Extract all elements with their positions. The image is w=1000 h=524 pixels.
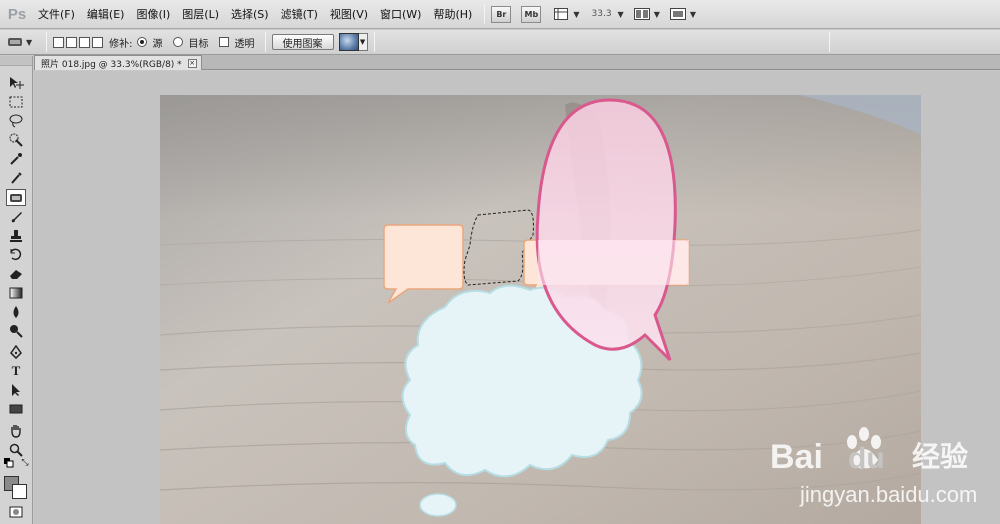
tools-panel: T ⤡ bbox=[0, 56, 33, 524]
options-separator bbox=[264, 32, 266, 52]
panel-grip[interactable] bbox=[0, 56, 32, 66]
menu-window[interactable]: 窗口(W) bbox=[374, 0, 427, 29]
options-bar: ▼ 修补: 源 目标 透明 使用图案 ▼ bbox=[0, 30, 1000, 55]
tool-preset-picker[interactable]: ▼ bbox=[6, 35, 40, 49]
stamp-icon[interactable] bbox=[6, 227, 26, 244]
chevron-down-icon[interactable]: ▼ bbox=[618, 10, 624, 19]
menu-file[interactable]: 文件(F) bbox=[32, 0, 81, 29]
eyedropper-icon[interactable] bbox=[6, 169, 26, 186]
options-separator bbox=[829, 32, 830, 52]
pink-overlap-band bbox=[538, 240, 689, 285]
source-radio[interactable] bbox=[136, 37, 147, 47]
brush-icon[interactable] bbox=[6, 208, 26, 225]
document-tab-title: 照片 018.jpg @ 33.3%(RGB/8) * bbox=[41, 59, 182, 70]
document-tab[interactable]: 照片 018.jpg @ 33.3%(RGB/8) * × bbox=[34, 55, 202, 70]
menu-view[interactable]: 视图(V) bbox=[324, 0, 374, 29]
document-tab-bar: 照片 018.jpg @ 33.3%(RGB/8) * × bbox=[34, 55, 1000, 70]
patch-icon[interactable] bbox=[6, 189, 26, 206]
marquee-icon[interactable] bbox=[6, 93, 26, 110]
view-extras-button[interactable] bbox=[551, 6, 571, 23]
patch-tool-icon bbox=[8, 38, 22, 46]
canvas-area[interactable]: Bai du 经验 jingyan.baidu.com bbox=[34, 71, 1000, 524]
watermark-url: jingyan.baidu.com bbox=[799, 482, 977, 507]
cloud-thought-dot bbox=[419, 493, 457, 517]
watermark-brand: Bai bbox=[770, 438, 823, 476]
transparent-checkbox[interactable] bbox=[218, 37, 229, 47]
menu-image[interactable]: 图像(I) bbox=[130, 0, 176, 29]
chevron-down-icon[interactable]: ▼ bbox=[654, 10, 660, 19]
quick-mask-icon[interactable] bbox=[6, 503, 26, 520]
menu-layer[interactable]: 图层(L) bbox=[176, 0, 225, 29]
gradient-icon[interactable] bbox=[6, 284, 26, 301]
menu-help[interactable]: 帮助(H) bbox=[427, 0, 478, 29]
repair-label: 修补: bbox=[109, 38, 133, 50]
screen-mode-icon bbox=[669, 8, 686, 20]
add-to-selection-icon[interactable] bbox=[66, 36, 78, 48]
background-color-swatch[interactable] bbox=[12, 484, 27, 499]
lasso-icon[interactable] bbox=[6, 112, 26, 129]
source-label[interactable]: 源 bbox=[153, 35, 163, 50]
target-radio[interactable] bbox=[172, 37, 183, 47]
move-icon[interactable] bbox=[6, 74, 26, 91]
path-select-icon[interactable] bbox=[6, 381, 26, 398]
rectangle-icon[interactable] bbox=[6, 400, 26, 417]
options-separator bbox=[46, 32, 48, 52]
pen-icon[interactable] bbox=[6, 343, 26, 360]
target-label[interactable]: 目标 bbox=[189, 35, 209, 50]
chevron-down-icon[interactable]: ▼ bbox=[358, 33, 368, 51]
hand-icon[interactable] bbox=[6, 422, 26, 439]
zoom-level[interactable]: 33.3 bbox=[592, 9, 612, 19]
arrange-documents-button[interactable] bbox=[632, 6, 652, 23]
watermark-brand2: du bbox=[848, 442, 885, 475]
baidu-jingyan-watermark: Bai du 经验 jingyan.baidu.com bbox=[770, 427, 977, 507]
intersect-selection-icon[interactable] bbox=[92, 36, 104, 48]
menu-edit[interactable]: 编辑(E) bbox=[81, 0, 131, 29]
screen-mode-button[interactable] bbox=[668, 6, 688, 23]
view-extras-icon bbox=[554, 8, 569, 20]
chevron-down-icon[interactable]: ▼ bbox=[690, 10, 696, 19]
menu-bar: Ps 文件(F) 编辑(E) 图像(I) 图层(L) 选择(S) 滤镜(T) 视… bbox=[0, 0, 1000, 29]
quick-select-icon[interactable] bbox=[6, 131, 26, 148]
menu-filter[interactable]: 滤镜(T) bbox=[275, 0, 324, 29]
eraser-icon[interactable] bbox=[6, 265, 26, 282]
new-selection-icon[interactable] bbox=[53, 36, 65, 48]
swap-colors-icon[interactable]: ⤡ bbox=[20, 458, 30, 468]
eyedropper-icon[interactable] bbox=[6, 150, 26, 167]
watermark-brand-cn: 经验 bbox=[912, 440, 968, 473]
chevron-down-icon: ▼ bbox=[26, 37, 33, 47]
zoom-icon[interactable] bbox=[6, 441, 26, 458]
photoshop-logo: Ps bbox=[7, 5, 27, 23]
options-separator bbox=[373, 32, 375, 52]
pattern-swatch[interactable] bbox=[338, 33, 359, 51]
bridge-button[interactable]: Br bbox=[491, 5, 512, 23]
dodge-icon[interactable] bbox=[6, 322, 26, 339]
type-icon[interactable]: T bbox=[6, 362, 26, 379]
subtract-selection-icon[interactable] bbox=[79, 36, 91, 48]
transparent-label[interactable]: 透明 bbox=[235, 35, 255, 50]
default-colors-icon[interactable] bbox=[4, 458, 14, 468]
selection-mode-group bbox=[53, 36, 105, 48]
chevron-down-icon[interactable]: ▼ bbox=[573, 10, 579, 19]
history-brush-icon[interactable] bbox=[6, 246, 26, 263]
blur-icon[interactable] bbox=[6, 303, 26, 320]
menu-separator bbox=[484, 4, 486, 24]
mini-bridge-button[interactable]: Mb bbox=[521, 5, 542, 23]
arrange-icon bbox=[633, 8, 650, 20]
menu-select[interactable]: 选择(S) bbox=[225, 0, 275, 29]
close-icon[interactable]: × bbox=[187, 58, 197, 68]
use-pattern-button[interactable]: 使用图案 bbox=[271, 34, 334, 50]
